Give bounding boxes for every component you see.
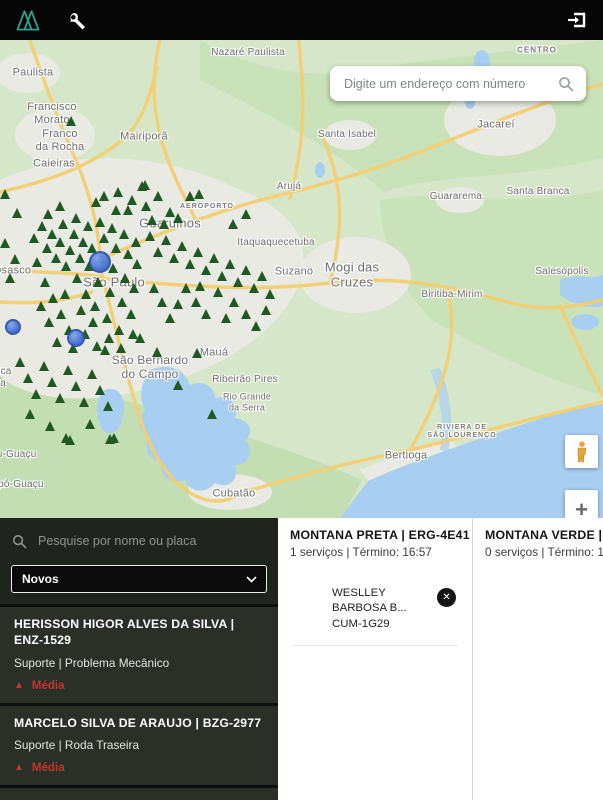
request-subtitle: Suporte | Problema Mecânico	[14, 655, 170, 670]
request-title: HERISSON HIGOR ALVES DA SILVA | ENZ-1529	[14, 617, 235, 648]
address-search-box	[330, 66, 586, 101]
driver-column-subtitle: 0 serviços | Término: 16:	[485, 545, 603, 559]
map-tiles	[0, 40, 603, 518]
assignment-list: WESLLEY BARBOSA B... CUM-1G29 ✕	[290, 586, 460, 647]
request-list-item[interactable]: ADRIANO ANSELMO ALVES DA SILVA | EEW-765…	[0, 785, 278, 800]
close-icon: ✕	[442, 591, 451, 603]
assignment-plate: CUM-1G29	[332, 617, 390, 630]
cluster-marker-icon[interactable]	[89, 251, 111, 273]
cluster-marker-icon[interactable]	[67, 329, 85, 347]
search-icon	[559, 76, 574, 91]
plus-icon: +	[575, 497, 588, 518]
driver-column-montana-preta[interactable]: MONTANA PRETA | ERG-4E41 1 serviços | Té…	[278, 518, 472, 800]
severity-label: Média	[31, 762, 65, 775]
driver-column-title: MONTANA VERDE | ET	[485, 528, 603, 542]
assignment-driver-name: WESLLEY BARBOSA B...	[332, 587, 407, 615]
vehicle-request-list: HERISSON HIGOR ALVES DA SILVA | ENZ-1529…	[0, 604, 278, 800]
assignment-info: WESLLEY BARBOSA B... CUM-1G29	[332, 586, 437, 632]
zoom-in-button[interactable]: +	[565, 490, 598, 518]
request-title: MARCELO SILVA DE ARAUJO | BZG-2977	[14, 715, 262, 730]
warning-triangle-icon: ▲	[14, 762, 24, 774]
request-list-item[interactable]: MARCELO SILVA DE ARAUJO | BZG-2977 Suport…	[0, 702, 278, 786]
logout-icon	[568, 12, 586, 28]
request-subtitle: Suporte | Roda Traseira	[14, 738, 140, 753]
status-filter-select[interactable]: Novos	[11, 565, 267, 593]
assignment-card[interactable]: WESLLEY BARBOSA B... CUM-1G29 ✕	[292, 586, 458, 647]
close-button[interactable]: ✕	[437, 588, 456, 607]
wrench-icon	[70, 12, 86, 30]
wrench-button[interactable]	[64, 7, 91, 34]
request-panel: Novos HERISSON HIGOR ALVES DA SILVA | EN…	[0, 518, 278, 800]
driver-column-subtitle: 1 serviços | Término: 16:57	[290, 545, 432, 559]
severity-badge: ▲ Média	[14, 680, 264, 692]
request-list-item[interactable]: HERISSON HIGOR ALVES DA SILVA | ENZ-1529…	[0, 604, 278, 703]
warning-triangle-icon: ▲	[14, 679, 24, 691]
bottom-section: Novos HERISSON HIGOR ALVES DA SILVA | EN…	[0, 518, 603, 800]
severity-label: Média	[31, 679, 65, 692]
severity-badge: ▲ Média	[14, 762, 264, 774]
panel-search-input[interactable]	[36, 533, 266, 549]
map-canvas[interactable]: Nazaré Paulista CENTRO Paulista Francisco M…	[0, 40, 603, 518]
panel-search-box	[0, 518, 278, 558]
top-bar	[0, 0, 603, 40]
driver-columns: MONTANA PRETA | ERG-4E41 1 serviços | Té…	[278, 518, 603, 800]
chevron-down-icon	[246, 575, 257, 583]
status-filter-value: Novos	[22, 572, 59, 586]
search-icon	[12, 534, 27, 548]
cluster-marker-icon[interactable]	[5, 319, 21, 335]
brand-m-logo-icon	[16, 10, 40, 31]
driver-column-title: MONTANA PRETA | ERG-4E41	[290, 528, 470, 542]
driver-column-montana-verde[interactable]: MONTANA VERDE | ET 0 serviços | Término:…	[472, 518, 603, 800]
app-window: Nazaré Paulista CENTRO Paulista Francisco M…	[0, 0, 603, 800]
address-search-input[interactable]	[342, 75, 558, 92]
logout-button[interactable]	[563, 6, 591, 34]
pegman-icon	[576, 440, 586, 462]
street-view-pegman-button[interactable]	[565, 435, 598, 468]
